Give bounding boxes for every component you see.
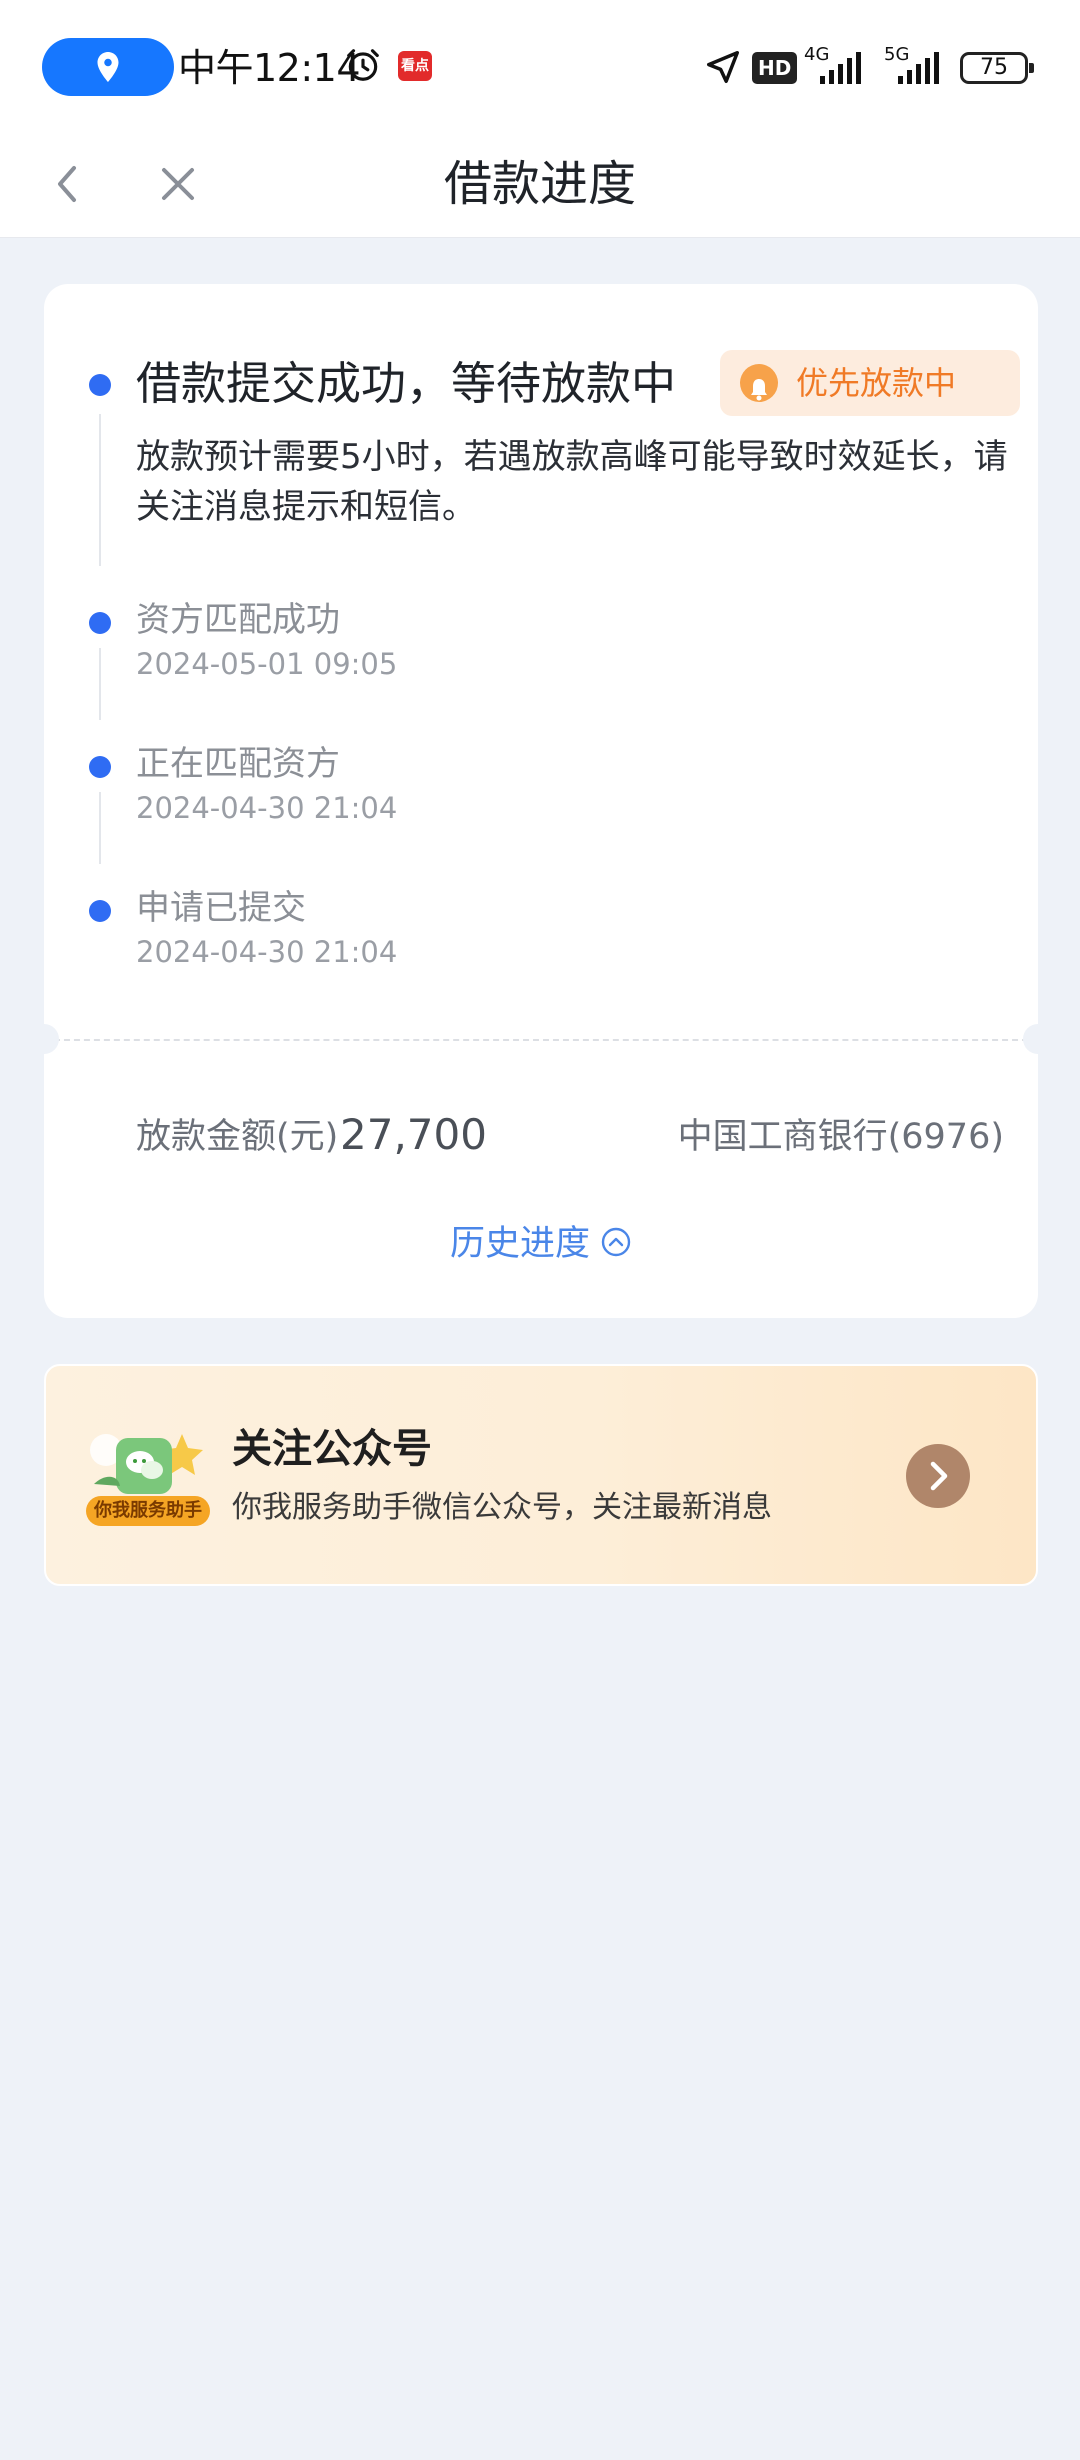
history-progress-label: 历史进度 [449, 1224, 590, 1264]
follow-official-account-banner[interactable]: 你我服务助手 关注公众号 你我服务助手微信公众号，关注最新消息 [44, 1364, 1038, 1586]
hd-icon: HD [752, 52, 798, 84]
loan-progress-card: 借款提交成功，等待放款中 优先放款中 放款预计需要5小时，若遇放款高峰可能导致时… [29, 284, 1053, 1318]
card-notch-right [1023, 1024, 1053, 1054]
chevron-right-icon [930, 1461, 948, 1491]
back-button[interactable] [40, 152, 100, 216]
battery-indicator: 75 [960, 52, 1034, 84]
bell-icon [740, 364, 778, 402]
timeline-line [99, 792, 101, 864]
signal-strength-icon-2 [898, 52, 939, 84]
nav-bar: 借款进度 [0, 130, 1080, 238]
chevron-left-icon [58, 166, 76, 202]
banner-title: 关注公众号 [232, 1426, 432, 1472]
banner-go-button[interactable] [906, 1444, 970, 1508]
signal-strength-icon [820, 52, 861, 84]
step-title: 正在匹配资方 [136, 744, 340, 784]
timeline-dot [89, 900, 111, 922]
location-indicator[interactable] [42, 38, 174, 96]
dashed-divider [44, 1039, 1038, 1041]
amount-label: 放款金额(元) [136, 1117, 339, 1157]
status-bar: 中午12:14 看点 HD 4G 5G 75 [0, 0, 1080, 130]
status-time: 中午12:14 [178, 46, 361, 90]
chevron-up-circle-icon [601, 1227, 631, 1257]
step-time: 2024-04-30 21:04 [136, 791, 398, 825]
history-progress-link[interactable]: 历史进度 [44, 1214, 1038, 1274]
timeline-dot [89, 756, 111, 778]
wechat-icon [90, 1434, 203, 1494]
step-time: 2024-04-30 21:04 [136, 935, 398, 969]
priority-badge-label: 优先放款中 [796, 364, 957, 402]
location-pin-icon [97, 52, 119, 82]
current-status-description: 放款预计需要5小时，若遇放款高峰可能导致时效延长，请关注消息提示和短信。 [136, 437, 1008, 527]
card-notch-left [29, 1024, 59, 1054]
current-status-title: 借款提交成功，等待放款中 [136, 357, 677, 410]
timeline-line [99, 648, 101, 720]
timeline-line [99, 414, 101, 566]
banner-subtitle: 你我服务助手微信公众号，关注最新消息 [232, 1490, 772, 1525]
logo-caption: 你我服务助手 [86, 1496, 210, 1526]
amount-value: 27,700 [340, 1110, 487, 1159]
step-title: 资方匹配成功 [136, 600, 340, 640]
step-title: 申请已提交 [136, 888, 306, 928]
timeline-dot [89, 612, 111, 634]
priority-badge: 优先放款中 [720, 350, 1020, 416]
bank-account: 中国工商银行(6976) [677, 1117, 1004, 1157]
step-time: 2024-05-01 09:05 [136, 647, 398, 681]
timeline-dot-active [89, 374, 111, 396]
close-icon [162, 168, 194, 200]
navigation-arrow-icon [707, 51, 739, 83]
news-app-icon: 看点 [398, 51, 432, 81]
close-button[interactable] [146, 152, 210, 216]
service-assistant-logo: 你我服务助手 [86, 1424, 218, 1534]
alarm-icon [347, 49, 379, 81]
